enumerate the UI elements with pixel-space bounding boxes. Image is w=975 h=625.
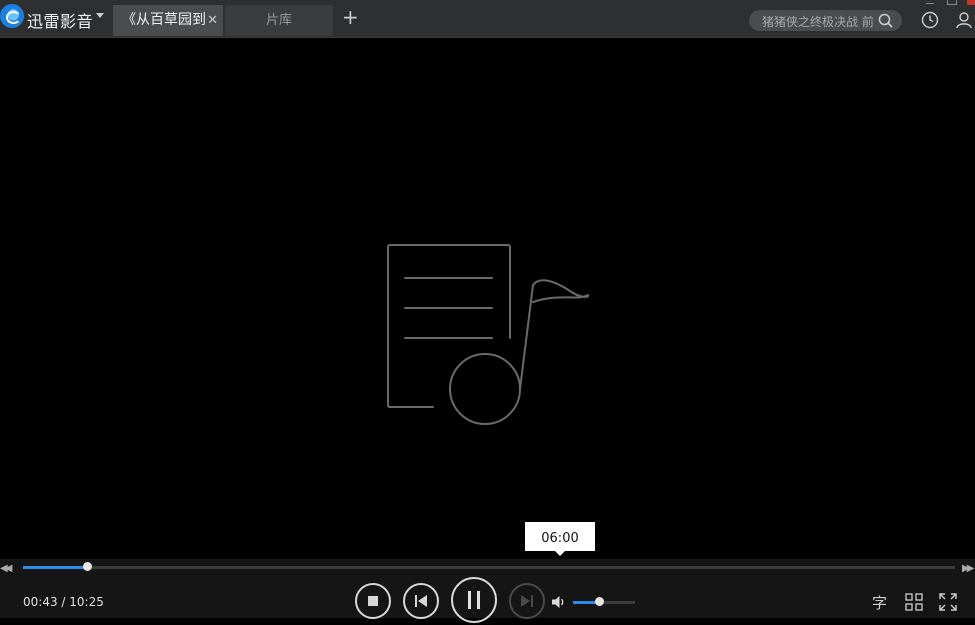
search-box[interactable]: 猪猪侠之终极决战 前 xyxy=(749,10,902,31)
maximize-button[interactable] xyxy=(947,0,957,5)
seek-hover-time-tooltip: 06:00 xyxy=(525,522,595,556)
volume-icon[interactable] xyxy=(551,594,567,610)
previous-button[interactable] xyxy=(403,583,439,619)
volume-handle[interactable] xyxy=(595,597,605,606)
playlist-grid-icon[interactable] xyxy=(905,593,923,611)
seek-backward-icon[interactable]: ◀◀ xyxy=(0,563,13,574)
control-bar: 00:43 / 10:25 字 xyxy=(0,575,975,623)
pause-button[interactable] xyxy=(451,577,497,623)
subtitle-button[interactable]: 字 xyxy=(872,592,887,613)
previous-icon xyxy=(415,595,427,607)
stop-icon xyxy=(368,596,378,606)
next-icon xyxy=(521,595,533,607)
history-clock-icon[interactable] xyxy=(921,11,939,29)
seek-forward-icon[interactable]: ▶▶ xyxy=(962,563,975,574)
app-menu-caret-icon[interactable] xyxy=(96,13,104,18)
seek-bar-progress xyxy=(23,566,88,569)
minimize-button[interactable] xyxy=(926,0,934,4)
volume-slider[interactable] xyxy=(573,597,635,606)
pause-icon xyxy=(468,591,480,609)
seek-bar[interactable] xyxy=(23,562,955,571)
tab-library[interactable]: 片库 xyxy=(225,5,333,36)
total-duration: 10:25 xyxy=(69,595,104,609)
tab-label: 《从百草园到 xyxy=(122,12,206,28)
time-separator: / xyxy=(57,595,70,609)
playback-time: 00:43 / 10:25 xyxy=(23,595,104,609)
current-time: 00:43 xyxy=(23,595,58,609)
next-button[interactable] xyxy=(509,583,545,619)
search-icon[interactable] xyxy=(878,13,893,28)
music-file-placeholder-icon xyxy=(387,244,590,425)
close-button[interactable] xyxy=(967,0,975,5)
fullscreen-icon[interactable] xyxy=(939,593,957,611)
search-input[interactable]: 猪猪侠之终极决战 前 xyxy=(762,13,877,30)
app-logo-icon[interactable] xyxy=(0,4,24,28)
tab-current-video[interactable]: 《从百草园到 ✕ xyxy=(113,5,223,36)
add-tab-icon[interactable]: + xyxy=(342,6,359,28)
title-bar: 迅雷影音 《从百草园到 ✕ 片库 + 猪猪侠之终极决战 前 xyxy=(0,0,975,38)
user-icon[interactable] xyxy=(955,11,973,29)
stop-button[interactable] xyxy=(355,583,391,619)
tab-label: 片库 xyxy=(265,13,292,28)
app-name[interactable]: 迅雷影音 xyxy=(27,8,93,32)
tab-close-icon[interactable]: ✕ xyxy=(207,5,218,36)
